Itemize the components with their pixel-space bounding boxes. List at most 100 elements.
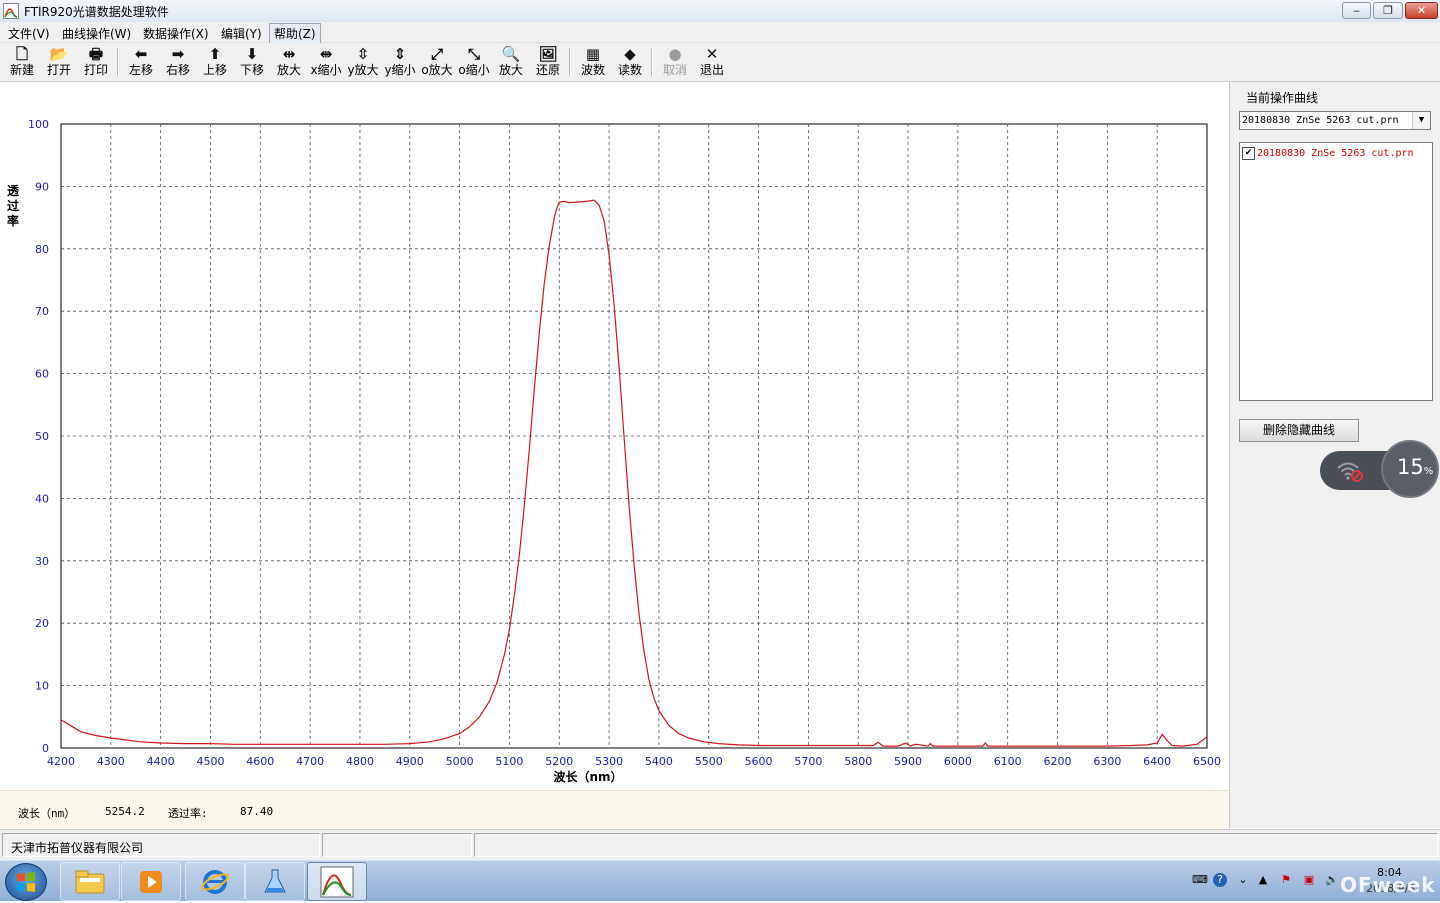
toolbar-label: 还原	[535, 63, 560, 77]
taskbar: ⌨ ? ⌄ ▲ ⚑ ▣ 🔈 8:04 2018/9/3 OFweek	[0, 860, 1440, 901]
current-curve-value: 20180830 ZnSe 5263 cut.prn	[1242, 115, 1399, 126]
toolbar-button-10[interactable]: ⇕ y缩小	[382, 45, 418, 79]
x-axis-label: 波长（nm）	[553, 769, 622, 784]
status-cell-company: 天津市拓普仪器有限公司	[2, 833, 320, 857]
x-tick-label: 5300	[595, 755, 623, 768]
app-spectrum-icon	[3, 3, 19, 19]
arrow-down-icon: ⬇	[245, 45, 259, 63]
status-cell-2	[322, 833, 472, 857]
new-file-icon: 🗋	[15, 45, 29, 63]
toolbar-button-12[interactable]: ⤡ o缩小	[456, 45, 492, 79]
dropdown-arrow-icon[interactable]: ▼	[1412, 112, 1430, 129]
taskbar-media-player[interactable]	[121, 862, 181, 901]
media-player-icon	[140, 870, 162, 893]
help-icon[interactable]: ?	[1213, 873, 1227, 887]
toolbar-button-5[interactable]: ⬆ 上移	[197, 45, 233, 79]
menu-curve-ops[interactable]: 曲线操作(W)	[58, 24, 135, 43]
window-title: FTIR920光谱数据处理软件	[24, 5, 169, 19]
toolbar-button-16[interactable]: ◆ 读数	[612, 45, 648, 79]
toolbar-button-18[interactable]: ✕ 退出	[694, 45, 730, 79]
delete-hidden-curves-button[interactable]: 删除隐藏曲线	[1239, 419, 1359, 442]
x-expand-icon: ⇹	[282, 45, 296, 63]
internet-explorer-icon	[201, 869, 229, 894]
menu-data-ops[interactable]: 数据操作(X)	[139, 24, 213, 43]
minimize-button[interactable]: ‒	[1342, 2, 1371, 19]
exit-x-icon: ✕	[705, 45, 719, 63]
zoom-in-all-icon: ⤡	[467, 45, 480, 63]
x-tick-label: 4700	[296, 755, 324, 768]
memory-percent: 15%	[1397, 455, 1434, 479]
menu-file[interactable]: 文件(V)	[4, 24, 54, 43]
x-tick-label: 6000	[944, 755, 972, 768]
taskbar-internet-explorer[interactable]	[185, 862, 245, 901]
wavenumber-icon: ▦	[585, 45, 601, 63]
toolbar-button-0[interactable]: 🗋 新建	[4, 45, 40, 79]
menu-bar: 文件(V) 曲线操作(W) 数据操作(X) 编辑(Y) 帮助(Z)	[0, 22, 1440, 44]
toolbar-button-11[interactable]: ⤢ o放大	[419, 45, 455, 79]
action-center-icon[interactable]: ⚑	[1279, 873, 1293, 887]
x-tick-label: 5500	[695, 755, 723, 768]
taskbar-spectrum-app[interactable]	[307, 862, 367, 901]
x-tick-label: 5600	[745, 755, 773, 768]
network-error-icon[interactable]: ▣	[1302, 873, 1316, 887]
taskbar-file-explorer[interactable]	[60, 862, 120, 901]
x-tick-label: 4400	[147, 755, 175, 768]
chevron-down-icon[interactable]: ⌄	[1236, 873, 1250, 887]
y-tick-label: 20	[35, 617, 49, 630]
start-button[interactable]	[5, 863, 47, 901]
x-tick-label: 6200	[1044, 755, 1072, 768]
volume-icon[interactable]: 🔈	[1325, 873, 1339, 887]
keyboard-icon[interactable]: ⌨	[1192, 873, 1208, 887]
x-tick-label: 6400	[1143, 755, 1171, 768]
toolbar-button-3[interactable]: ⬅ 左移	[123, 45, 159, 79]
plot-panel[interactable]: 4200 4300 4400 4500 4600 4700 4800 4900 5000 5100…	[0, 82, 1228, 788]
current-curve-title: 当前操作曲线	[1246, 91, 1319, 105]
toolbar-button-7[interactable]: ⇹ 放大	[271, 45, 307, 79]
close-button[interactable]: ✕	[1405, 2, 1438, 19]
x-shrink-icon: ⇼	[319, 45, 333, 63]
x-tick-label: 5100	[495, 755, 523, 768]
current-curve-select[interactable]: 20180830 ZnSe 5263 cut.prn ▼	[1239, 111, 1431, 130]
x-tick-label: 5700	[794, 755, 822, 768]
toolbar-button-2[interactable]: 🖶 打印	[78, 45, 114, 79]
x-tick-label: 5400	[645, 755, 673, 768]
show-hidden-icons-icon[interactable]: ▲	[1256, 873, 1270, 887]
file-explorer-icon	[75, 870, 105, 893]
y-tick-label: 60	[35, 368, 49, 381]
maximize-icon: ❐	[1383, 4, 1393, 17]
toolbar-label: 读数	[617, 63, 642, 77]
toolbar-button-4[interactable]: ➡ 右移	[160, 45, 196, 79]
toolbar-button-15[interactable]: ▦ 波数	[575, 45, 611, 79]
spectrum-chart[interactable]: 4200 4300 4400 4500 4600 4700 4800 4900 5000 5100…	[0, 82, 1228, 788]
company-name: 天津市拓普仪器有限公司	[11, 841, 144, 855]
maximize-button[interactable]: ❐	[1373, 2, 1403, 19]
menu-edit[interactable]: 编辑(Y)	[217, 24, 266, 43]
x-tick-label: 6100	[994, 755, 1022, 768]
arrow-up-icon: ⬆	[208, 45, 222, 63]
readout-transmittance-label: 透过率:	[168, 807, 208, 820]
y-tick-label: 100	[28, 118, 49, 131]
curve-visible-checkbox[interactable]: ✔	[1242, 147, 1255, 160]
y-tick-label: 80	[35, 243, 49, 256]
toolbar-button-9[interactable]: ⇳ y放大	[345, 45, 381, 79]
zoom-out-all-icon: ⤢	[430, 45, 443, 63]
toolbar-button-13[interactable]: 🔍 放大	[493, 45, 529, 79]
arrow-left-icon: ⬅	[134, 45, 148, 63]
curve-list[interactable]: ✔ 20180830 ZnSe 5263 cut.prn	[1239, 142, 1433, 401]
x-tick-label: 6300	[1093, 755, 1121, 768]
toolbar-button-6[interactable]: ⬇ 下移	[234, 45, 270, 79]
taskbar-flask-app[interactable]	[245, 862, 305, 901]
y-tick-label: 0	[42, 742, 49, 755]
y-axis-label: 透过率	[7, 184, 20, 228]
list-item[interactable]: ✔ 20180830 ZnSe 5263 cut.prn	[1242, 147, 1414, 160]
x-tick-label: 4200	[47, 755, 75, 768]
menu-help[interactable]: 帮助(Z)	[269, 23, 321, 44]
memory-percent-circle[interactable]: 15%	[1381, 440, 1439, 498]
y-tick-label: 40	[35, 492, 49, 505]
toolbar-button-14[interactable]: 🖼 还原	[530, 45, 566, 79]
y-tick-label: 50	[35, 430, 49, 443]
title-bar: FTIR920光谱数据处理软件 ‒ ❐ ✕	[0, 0, 1440, 23]
toolbar-button-8[interactable]: ⇼ x缩小	[308, 45, 344, 79]
toolbar-button-1[interactable]: 📂 打开	[41, 45, 77, 79]
flask-app-icon	[264, 869, 286, 892]
